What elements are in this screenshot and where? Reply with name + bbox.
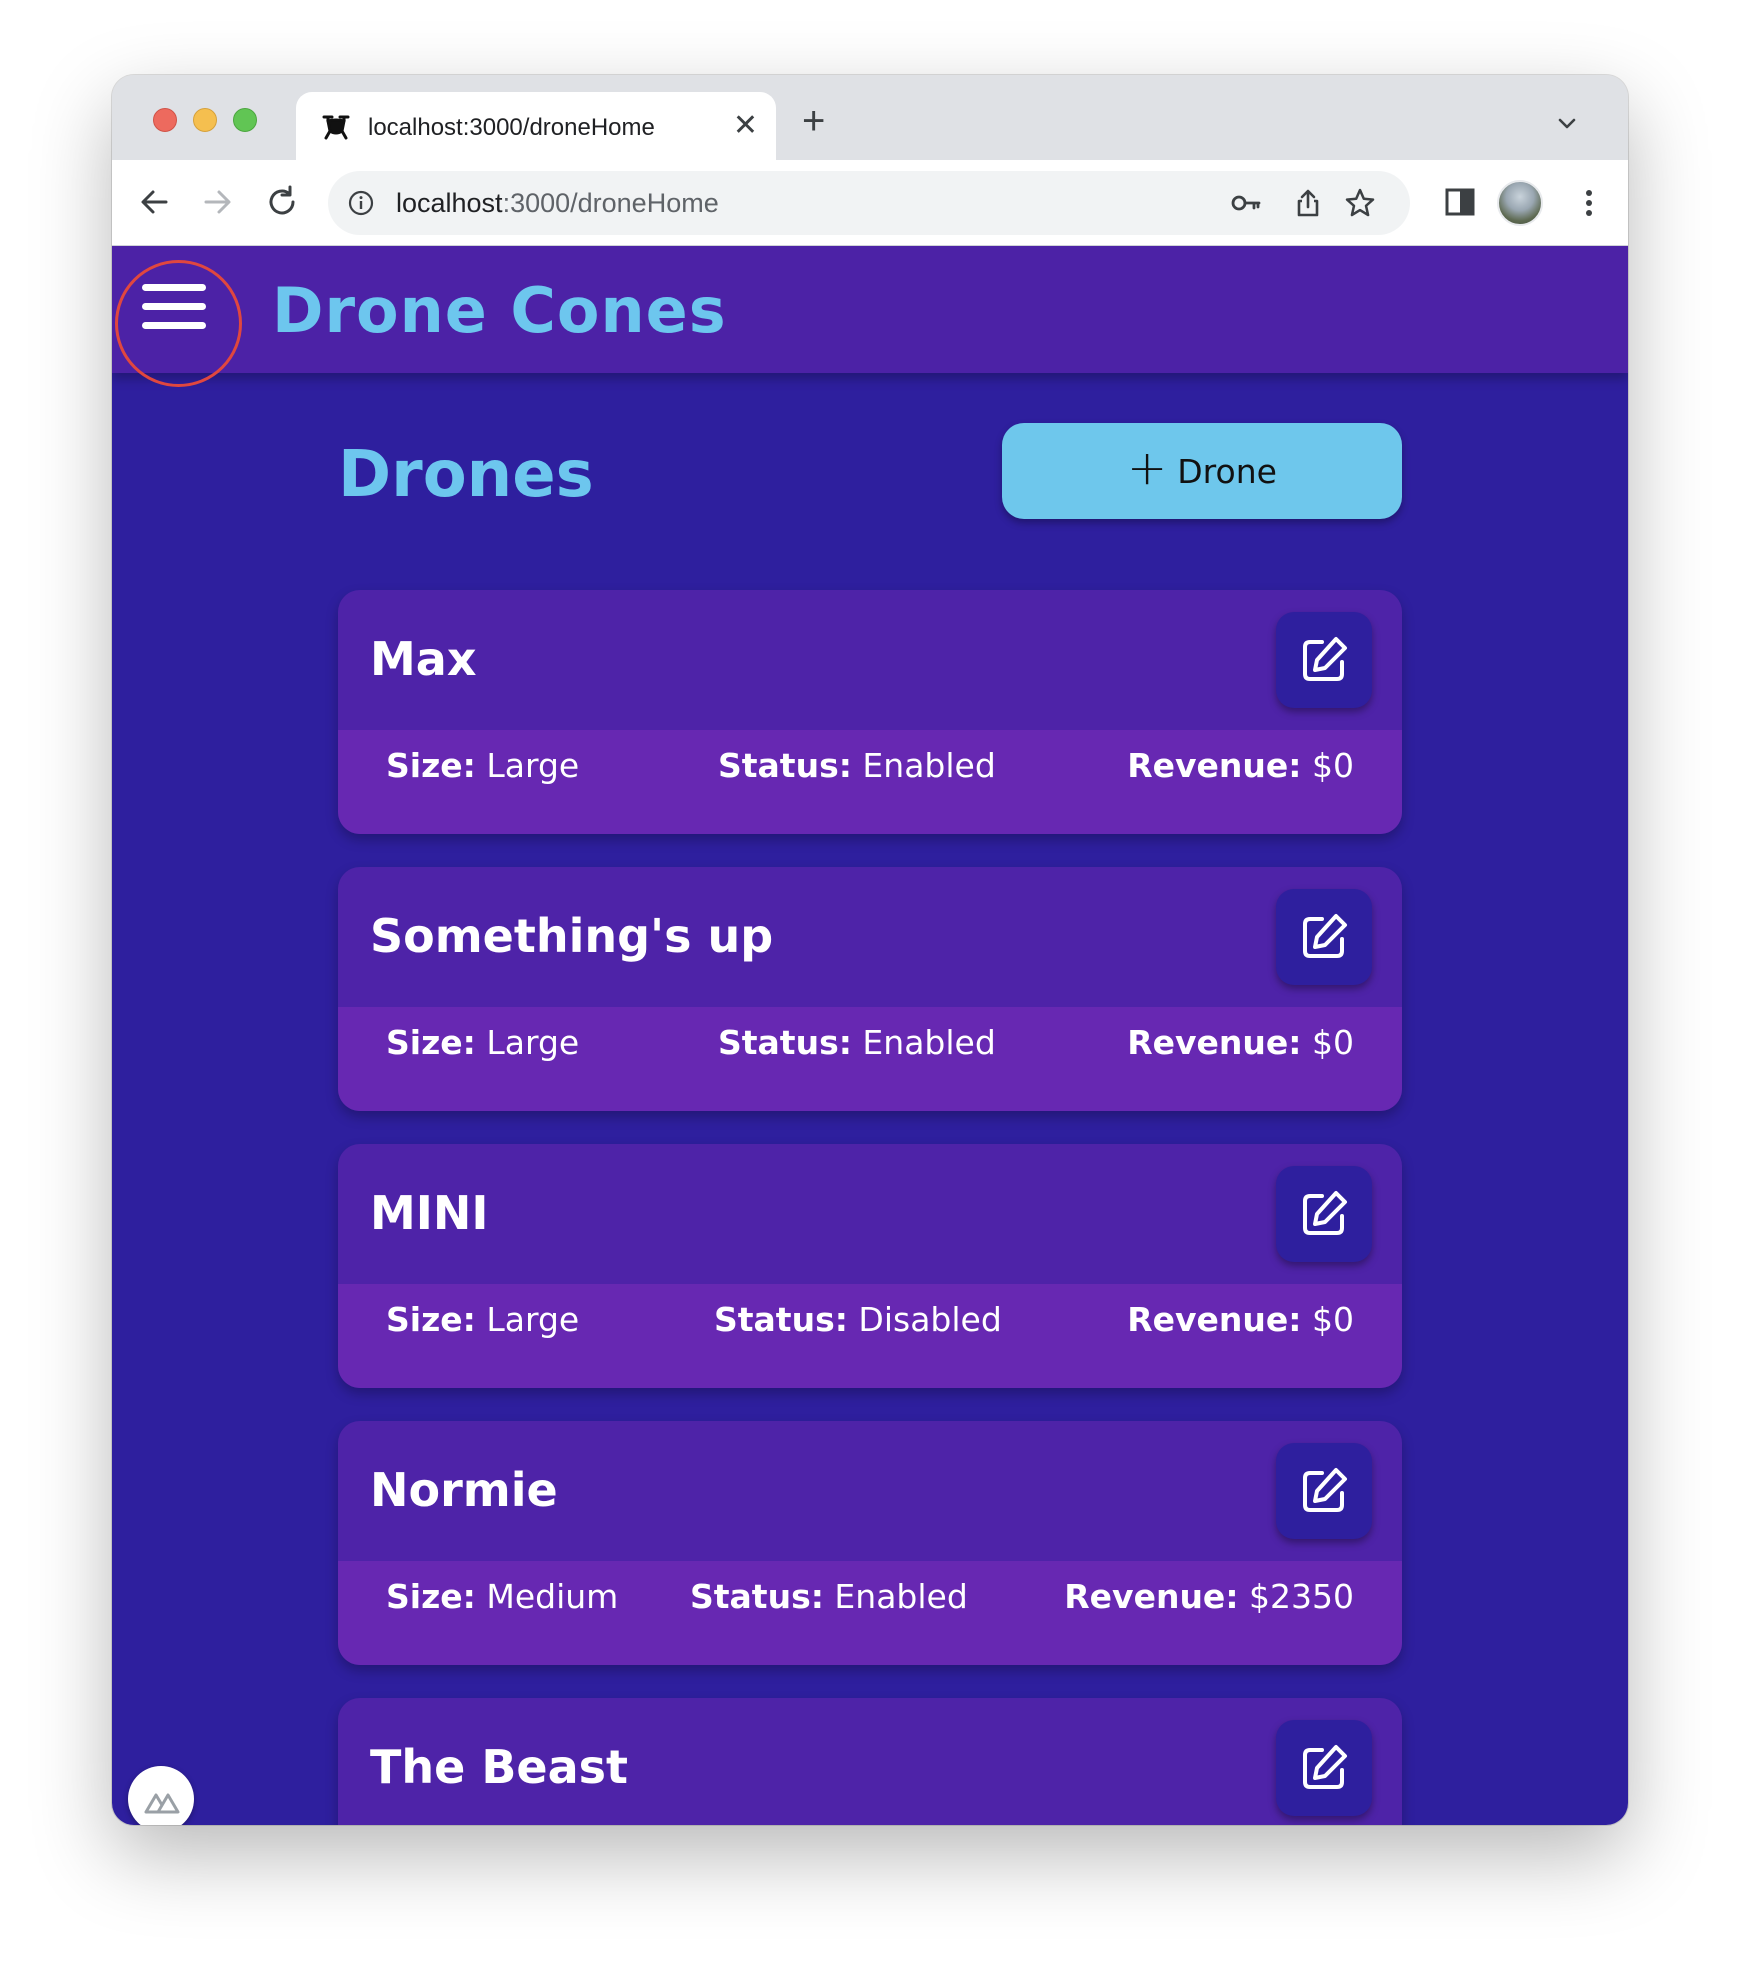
edit-icon <box>1303 637 1347 681</box>
drone-name: MINI <box>370 1186 489 1240</box>
status-label: Status: <box>718 1023 852 1062</box>
forward-arrow-icon[interactable] <box>198 182 238 222</box>
plus-icon: + <box>1127 440 1168 496</box>
revenue-value: $2350 <box>1249 1577 1354 1616</box>
size-value: Large <box>486 746 580 785</box>
drone-stats: Size: Large Status: Enabled Revenue: $0 <box>338 730 1402 834</box>
size-value: Large <box>486 1300 580 1339</box>
status-value: Enabled <box>862 746 996 785</box>
edit-icon <box>1303 1191 1347 1235</box>
size-label: Size: <box>386 1300 476 1339</box>
status-value: Enabled <box>862 1023 996 1062</box>
size-stat: Size: Large <box>386 1023 579 1062</box>
status-stat: Status: Disabled <box>714 1300 1002 1339</box>
drone-card: Something's up Size: Large Status: Enabl… <box>338 867 1402 1111</box>
menu-icon[interactable] <box>1572 185 1606 221</box>
url-text: localhost:3000/droneHome <box>396 188 719 219</box>
status-stat: Status: Enabled <box>690 1577 968 1616</box>
nuxt-icon <box>144 1793 180 1814</box>
browser-window: localhost:3000/droneHome ✕ + localhost:3… <box>112 75 1628 1825</box>
edit-drone-button[interactable] <box>1276 889 1372 985</box>
edit-icon <box>1303 1468 1347 1512</box>
revenue-value: $0 <box>1312 1023 1354 1062</box>
app-header: Drone Cones <box>112 246 1628 373</box>
revenue-stat: Revenue: $2350 <box>1064 1577 1354 1616</box>
edit-icon <box>1303 1745 1347 1789</box>
reload-icon[interactable] <box>262 182 302 222</box>
status-stat: Status: Enabled <box>718 746 996 785</box>
status-stat: Status: Enabled <box>718 1023 996 1062</box>
drone-name: Normie <box>370 1463 558 1517</box>
revenue-label: Revenue: <box>1127 1023 1302 1062</box>
status-label: Status: <box>690 1577 824 1616</box>
key-icon[interactable] <box>1230 187 1262 219</box>
tab-strip: localhost:3000/droneHome ✕ + <box>112 75 1628 160</box>
size-stat: Size: Large <box>386 1300 579 1339</box>
drone-card: MINI Size: Large Status: Disabled Revenu… <box>338 1144 1402 1388</box>
page-title: Drones <box>338 438 594 512</box>
drone-name: The Beast <box>370 1740 629 1794</box>
url-path: :3000/droneHome <box>502 188 719 218</box>
chevron-down-icon[interactable] <box>1556 113 1578 135</box>
revenue-value: $0 <box>1312 746 1354 785</box>
drone-card: Normie Size: Medium Status: Enabled Reve… <box>338 1421 1402 1665</box>
drone-card: The Beast <box>338 1698 1402 1825</box>
size-label: Size: <box>386 1577 476 1616</box>
url-host: localhost <box>396 188 503 218</box>
drone-stats: Size: Large Status: Enabled Revenue: $0 <box>338 1007 1402 1111</box>
page-viewport: Drone Cones Drones + Drone Max Size: Lar… <box>112 246 1628 1825</box>
add-drone-label: Drone <box>1177 451 1277 491</box>
address-bar[interactable]: localhost:3000/droneHome <box>328 171 1410 235</box>
size-stat: Size: Medium <box>386 1577 618 1616</box>
profile-avatar[interactable] <box>1497 180 1543 226</box>
click-highlight-ring <box>115 260 242 387</box>
drone-stats: Size: Large Status: Disabled Revenue: $0 <box>338 1284 1402 1388</box>
status-label: Status: <box>714 1300 848 1339</box>
revenue-stat: Revenue: $0 <box>1127 746 1354 785</box>
share-icon[interactable] <box>1292 187 1324 219</box>
size-label: Size: <box>386 1023 476 1062</box>
revenue-stat: Revenue: $0 <box>1127 1023 1354 1062</box>
minimize-window-button[interactable] <box>193 108 217 132</box>
tab-close-icon[interactable]: ✕ <box>733 109 758 143</box>
app-title: Drone Cones <box>272 274 727 347</box>
side-panel-icon[interactable] <box>1443 185 1477 219</box>
add-drone-button[interactable]: + Drone <box>1002 423 1402 519</box>
revenue-stat: Revenue: $0 <box>1127 1300 1354 1339</box>
revenue-label: Revenue: <box>1127 746 1302 785</box>
edit-drone-button[interactable] <box>1276 1166 1372 1262</box>
close-window-button[interactable] <box>153 108 177 132</box>
edit-drone-button[interactable] <box>1276 612 1372 708</box>
back-arrow-icon[interactable] <box>134 182 174 222</box>
info-icon[interactable] <box>348 190 374 216</box>
size-stat: Size: Large <box>386 746 579 785</box>
size-value: Medium <box>486 1577 619 1616</box>
revenue-label: Revenue: <box>1064 1577 1239 1616</box>
browser-tab[interactable]: localhost:3000/droneHome ✕ <box>296 92 776 160</box>
drone-stats: Size: Medium Status: Enabled Revenue: $2… <box>338 1561 1402 1665</box>
drone-name: Max <box>370 632 477 686</box>
status-label: Status: <box>718 746 852 785</box>
new-tab-button[interactable]: + <box>802 101 825 141</box>
drone-name: Something's up <box>370 909 774 963</box>
tab-title: localhost:3000/droneHome <box>368 114 655 141</box>
status-value: Disabled <box>858 1300 1002 1339</box>
size-value: Large <box>486 1023 580 1062</box>
drone-favicon-icon <box>322 115 350 140</box>
size-label: Size: <box>386 746 476 785</box>
drone-card: Max Size: Large Status: Enabled Revenue:… <box>338 590 1402 834</box>
browser-toolbar: localhost:3000/droneHome <box>112 160 1628 246</box>
edit-icon <box>1303 914 1347 958</box>
revenue-label: Revenue: <box>1127 1300 1302 1339</box>
zoom-window-button[interactable] <box>233 108 257 132</box>
status-value: Enabled <box>834 1577 968 1616</box>
revenue-value: $0 <box>1312 1300 1354 1339</box>
star-icon[interactable] <box>1344 187 1376 219</box>
edit-drone-button[interactable] <box>1276 1720 1372 1816</box>
nuxt-devtools-button[interactable] <box>128 1766 194 1825</box>
edit-drone-button[interactable] <box>1276 1443 1372 1539</box>
